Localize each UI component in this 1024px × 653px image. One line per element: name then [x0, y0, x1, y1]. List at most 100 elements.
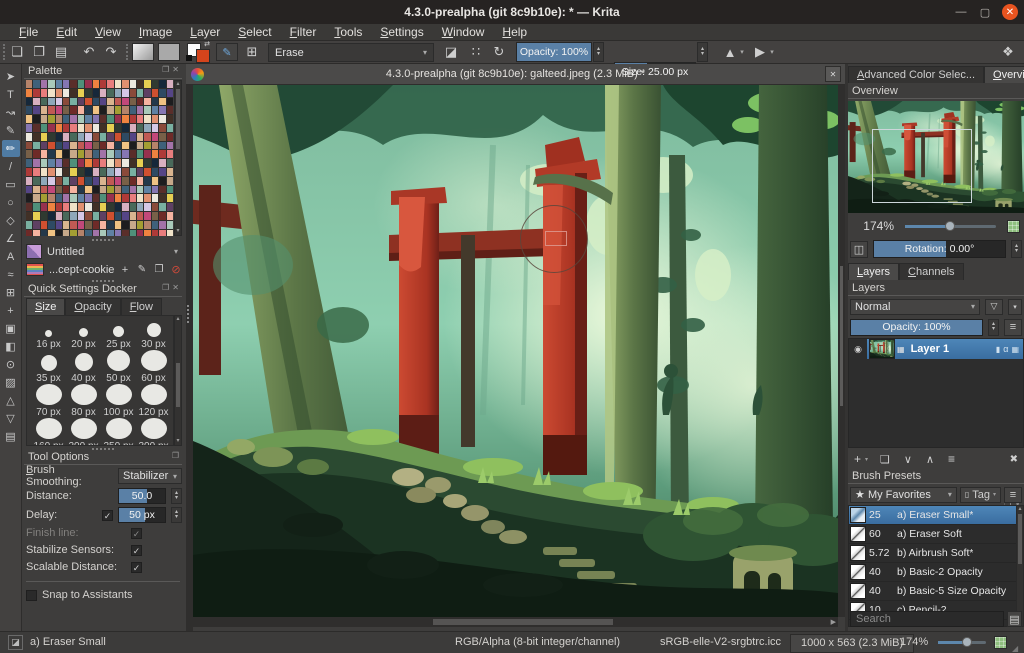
palette-swatch[interactable]	[33, 80, 40, 88]
palette-swatch[interactable]	[114, 123, 122, 132]
tab-flow[interactable]: Flow	[120, 298, 162, 315]
palette-swatch[interactable]	[166, 132, 173, 141]
text-tool[interactable]: T	[2, 86, 20, 103]
palette-swatch[interactable]	[26, 229, 33, 236]
scroll-right-icon[interactable]: ▶	[831, 618, 836, 626]
palette-swatch[interactable]	[40, 229, 48, 236]
brush-size-option[interactable]: 70 px	[31, 384, 66, 418]
palette-swatch[interactable]	[85, 203, 92, 211]
palette-swatch[interactable]	[63, 123, 70, 132]
palette-swatch[interactable]	[122, 211, 129, 220]
palette-swatch[interactable]	[122, 220, 129, 229]
palette-swatch[interactable]	[129, 159, 136, 167]
palette-swatch[interactable]	[48, 185, 55, 194]
palette-swatch[interactable]	[63, 132, 70, 141]
palette-swatch[interactable]	[63, 141, 70, 150]
palette-swatch[interactable]	[70, 220, 77, 229]
palette-swatch[interactable]	[100, 123, 107, 132]
palette-swatch[interactable]	[77, 150, 85, 159]
brush-size-option[interactable]: 250 px	[101, 418, 136, 445]
brush-size-option[interactable]: 40 px	[66, 350, 101, 384]
palette-swatch[interactable]	[33, 150, 40, 159]
layer-name[interactable]: Layer 1	[911, 343, 996, 355]
palette-swatch[interactable]	[114, 132, 122, 141]
palette-swatch[interactable]	[70, 203, 77, 211]
palette-swatch[interactable]	[40, 141, 48, 150]
palette-swatch[interactable]	[55, 185, 62, 194]
palette-swatch[interactable]	[92, 203, 99, 211]
palette-swatch[interactable]	[70, 176, 77, 185]
palette-swatch[interactable]	[137, 123, 144, 132]
path-select-tool[interactable]: A	[2, 248, 20, 265]
distance-spinbox[interactable]: 50.0	[118, 488, 166, 504]
palette-swatch[interactable]	[85, 106, 92, 115]
palette-swatch[interactable]	[129, 97, 136, 106]
toolbar-grip[interactable]	[3, 44, 5, 60]
palette-swatch[interactable]	[77, 176, 85, 185]
palette-swatch[interactable]	[114, 194, 122, 203]
palette-swatch[interactable]	[63, 185, 70, 194]
palette-swatch[interactable]	[40, 97, 48, 106]
preset-tag-select[interactable]: ★ My Favorites ▾	[850, 486, 957, 503]
palette-swatch[interactable]	[55, 211, 62, 220]
zoom-fit-icon[interactable]	[1007, 219, 1020, 233]
palette-swatch[interactable]	[40, 123, 48, 132]
palette-swatch[interactable]	[137, 132, 144, 141]
tab-channels[interactable]: Channels	[899, 263, 964, 280]
delete-layer-button[interactable]: ✖	[1010, 454, 1018, 465]
move-tool[interactable]: +	[2, 302, 20, 319]
multibrush-tool[interactable]: ⊞	[2, 284, 20, 301]
palette-swatch[interactable]	[151, 132, 159, 141]
palette-swatch[interactable]	[122, 150, 129, 159]
canvas-horizontal-scrollbar[interactable]: ▶	[193, 617, 838, 627]
palette-swatch[interactable]	[26, 176, 33, 185]
palette-swatch[interactable]	[40, 115, 48, 123]
spin-down-icon[interactable]: ▾	[172, 514, 181, 520]
docker-resize-handle[interactable]	[92, 280, 114, 282]
palette-swatch[interactable]	[70, 88, 77, 97]
palette-swatch[interactable]	[122, 97, 129, 106]
overview-zoom-slider[interactable]	[905, 220, 996, 231]
edit-brush-settings-button[interactable]: ✎	[216, 43, 238, 61]
background-color-swatch[interactable]	[196, 49, 210, 63]
brush-size-option[interactable]: 60 px	[136, 350, 171, 384]
layer-alpha-lock-icon[interactable]: α	[1003, 344, 1008, 354]
palette-swatch[interactable]	[159, 159, 166, 167]
palette-swatch[interactable]	[137, 88, 144, 97]
brush-size-option[interactable]: 160 px	[31, 418, 66, 445]
palette-swatch[interactable]	[85, 88, 92, 97]
palette-swatch[interactable]	[33, 229, 40, 236]
scroll-up-icon[interactable]: ▴	[175, 316, 181, 323]
palette-swatch[interactable]	[33, 159, 40, 167]
palette-swatch[interactable]	[70, 211, 77, 220]
menu-select[interactable]: Select	[229, 24, 280, 41]
palette-swatch[interactable]	[144, 220, 151, 229]
palette-swatch[interactable]	[85, 194, 92, 203]
layer-visibility-eye-icon[interactable]: ◉	[849, 339, 867, 359]
palette-swatch[interactable]	[137, 203, 144, 211]
palette-swatch[interactable]	[137, 97, 144, 106]
mirror-view-button[interactable]: ◫	[850, 240, 868, 258]
palette-swatch[interactable]	[63, 203, 70, 211]
palette-swatch[interactable]	[70, 159, 77, 167]
palette-swatch[interactable]	[70, 132, 77, 141]
palette-swatch[interactable]	[129, 132, 136, 141]
polyline-tool[interactable]: ∠	[2, 230, 20, 247]
palette-swatch[interactable]	[70, 185, 77, 194]
palette-swatch[interactable]	[122, 185, 129, 194]
palette-swatch[interactable]	[55, 159, 62, 167]
palette-swatch[interactable]	[40, 220, 48, 229]
palette-swatch[interactable]	[129, 115, 136, 123]
delay-spin-buttons[interactable]: ▴ ▾	[171, 507, 182, 523]
palette-swatch[interactable]	[122, 80, 129, 88]
palette-swatch[interactable]	[26, 123, 33, 132]
palette-swatch[interactable]	[92, 88, 99, 97]
palette-swatch[interactable]	[159, 203, 166, 211]
snap-to-assistants-checkbox[interactable]	[26, 589, 37, 601]
palette-swatch[interactable]	[63, 106, 70, 115]
palette-swatch[interactable]	[63, 159, 70, 167]
palette-swatch[interactable]	[100, 167, 107, 176]
palette-swatch[interactable]	[26, 203, 33, 211]
palette-swatch[interactable]	[137, 80, 144, 88]
palette-swatch[interactable]	[100, 211, 107, 220]
